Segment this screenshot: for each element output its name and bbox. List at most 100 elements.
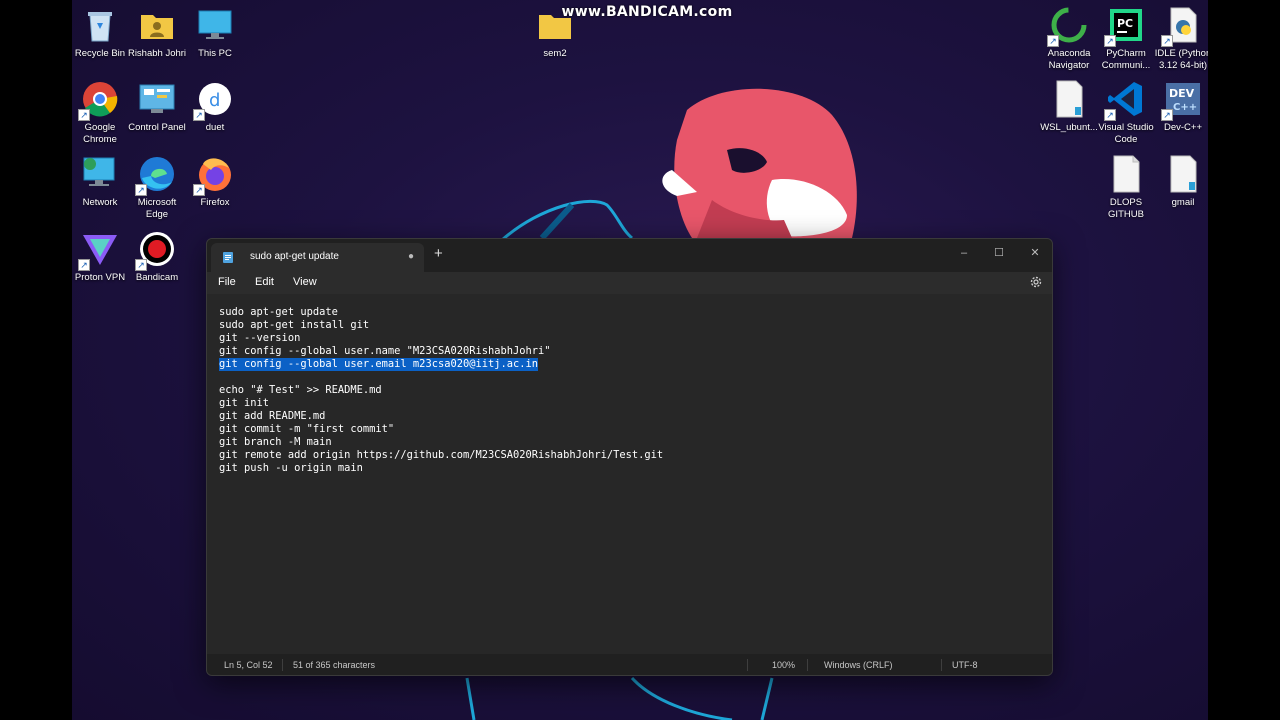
shortcut-arrow-icon: ↗ [1047,35,1059,47]
shortcut-arrow-icon: ↗ [78,259,90,271]
maximize-button[interactable]: ☐ [984,243,1014,263]
firefox-icon: ↗ [193,154,235,196]
anaconda-icon: ↗ [1047,5,1089,47]
selection-count: 51 of 365 characters [293,660,376,670]
desktop-icon-rishabh-johri[interactable]: Rishabh Johri [126,5,188,60]
desktop-icon-label: Bandicam [135,272,179,283]
desktop-icon-firefox[interactable]: ↗ Firefox [184,154,246,209]
status-divider [747,659,748,671]
code-line: git --version [219,332,301,344]
desktop-icon-proton-vpn[interactable]: ↗ Proton VPN [72,229,131,284]
svg-text:DEV: DEV [1169,87,1195,100]
desktop-icon-label: DLOPS GITHUB [1108,197,1144,220]
shortcut-arrow-icon: ↗ [193,109,205,121]
desktop-icon-bandicam[interactable]: ↗ Bandicam [126,229,188,284]
proton-vpn-icon: ↗ [78,229,120,271]
desktop-icon-control-panel[interactable]: Control Panel [126,79,188,134]
close-button[interactable]: ✕ [1020,243,1050,263]
desktop-icon-devcpp[interactable]: DEV C++ ↗ Dev-C++ [1152,79,1208,134]
status-bar: Ln 5, Col 52 51 of 365 characters 100% W… [207,654,1052,675]
menu-view[interactable]: View [293,276,317,288]
recycle-bin-icon [80,5,120,45]
desktop-icon-this-pc[interactable]: This PC [184,5,246,60]
shortcut-arrow-icon: ↗ [1104,109,1116,121]
status-divider [807,659,808,671]
desktop-icon-label: Anaconda Navigator [1047,48,1091,71]
unsaved-indicator-icon[interactable]: ● [408,251,414,262]
code-line: git remote add origin https://github.com… [219,449,664,461]
document-icon [1049,79,1089,119]
svg-text:PC: PC [1117,17,1133,30]
code-line: git branch -M main [219,436,332,448]
title-bar[interactable]: sudo apt-get update ● + – ☐ ✕ [207,239,1052,272]
desktop-icon-label: duet [205,122,225,133]
tab-sudo-apt-get-update[interactable]: sudo apt-get update ● [211,243,424,272]
folder-icon [535,5,575,45]
monitor-icon [195,5,235,45]
menu-bar: File Edit View [207,272,1052,294]
desktop-icon-network[interactable]: Network [72,154,131,209]
line-ending[interactable]: Windows (CRLF) [824,660,893,670]
desktop-icon-label: Proton VPN [74,272,126,283]
desktop-icon-label: IDLE (Python 3.12 64-bit) [1154,48,1208,71]
desktop-icon-duet[interactable]: d ↗ duet [184,79,246,134]
encoding[interactable]: UTF-8 [952,660,978,670]
menu-file[interactable]: File [218,276,236,288]
letterbox-right [1208,0,1280,720]
gear-icon[interactable] [1029,275,1043,289]
letterbox-left [0,0,72,720]
document-icon [1163,154,1203,194]
status-divider [941,659,942,671]
desktop-icon-gmail[interactable]: gmail [1152,154,1208,209]
devcpp-icon: DEV C++ ↗ [1161,79,1203,121]
desktop-icon-label: Control Panel [128,122,186,133]
desktop-icon-label: Recycle Bin [74,48,126,59]
desktop-icon-vscode[interactable]: ↗ Visual Studio Code [1095,79,1157,146]
desktop-icon-label: gmail [1171,197,1195,208]
code-line: git push -u origin main [219,462,363,474]
desktop-icon-label: sem2 [543,48,567,59]
code-line: git add README.md [219,410,326,422]
chrome-icon: ↗ [78,79,120,121]
desktop-icon-label: Google Chrome [83,122,117,145]
desktop-icon-microsoft-edge[interactable]: ↗ Microsoft Edge [126,154,188,221]
blank-document-icon [1106,154,1146,194]
shortcut-arrow-icon: ↗ [135,259,147,271]
desktop-icon-dlops-github[interactable]: DLOPS GITHUB [1095,154,1157,221]
shortcut-arrow-icon: ↗ [1104,35,1116,47]
desktop-icon-google-chrome[interactable]: ↗ Google Chrome [72,79,131,146]
desktop-icon-label: Network [82,197,118,208]
desktop-icon-label: This PC [198,48,232,59]
code-line: sudo apt-get update [219,306,338,318]
new-tab-button[interactable]: + [434,246,443,261]
control-panel-icon [137,79,177,119]
desktop-icon-sem2[interactable]: sem2 [524,5,586,60]
vscode-icon: ↗ [1104,79,1146,121]
desktop-icon-pycharm[interactable]: PC ↗ PyCharm Communi... [1095,5,1157,72]
status-divider [282,659,283,671]
text-editor-area[interactable]: sudo apt-get update sudo apt-get install … [207,294,1052,654]
user-folder-icon [137,5,177,45]
duet-icon: d ↗ [193,79,235,121]
code-line: git commit -m "first commit" [219,423,395,435]
code-line-selected: git config --global user.email m23csa020… [219,358,539,371]
shortcut-arrow-icon: ↗ [78,109,90,121]
notepad-window[interactable]: sudo apt-get update ● + – ☐ ✕ File Edit … [206,238,1053,676]
tab-title: sudo apt-get update [250,251,339,262]
cursor-position: Ln 5, Col 52 [224,660,273,670]
shortcut-arrow-icon: ↗ [1161,35,1173,47]
desktop-icon-recycle-bin[interactable]: Recycle Bin [72,5,131,60]
zoom-level[interactable]: 100% [772,660,795,670]
desktop-icon-label: Rishabh Johri [127,48,187,59]
shortcut-arrow-icon: ↗ [135,184,147,196]
desktop-icon-idle[interactable]: ↗ IDLE (Python 3.12 64-bit) [1152,5,1208,72]
desktop-icon-wsl-ubuntu[interactable]: WSL_ubunt... [1038,79,1100,134]
desktop-icon-label: PyCharm Communi... [1101,48,1151,71]
minimize-button[interactable]: – [949,243,979,263]
python-file-icon: ↗ [1161,5,1203,47]
pycharm-icon: PC ↗ [1104,5,1146,47]
code-line: git config --global user.name "M23CSA020… [219,345,551,357]
bandicam-icon: ↗ [135,229,177,271]
menu-edit[interactable]: Edit [255,276,274,288]
desktop-icon-anaconda[interactable]: ↗ Anaconda Navigator [1038,5,1100,72]
